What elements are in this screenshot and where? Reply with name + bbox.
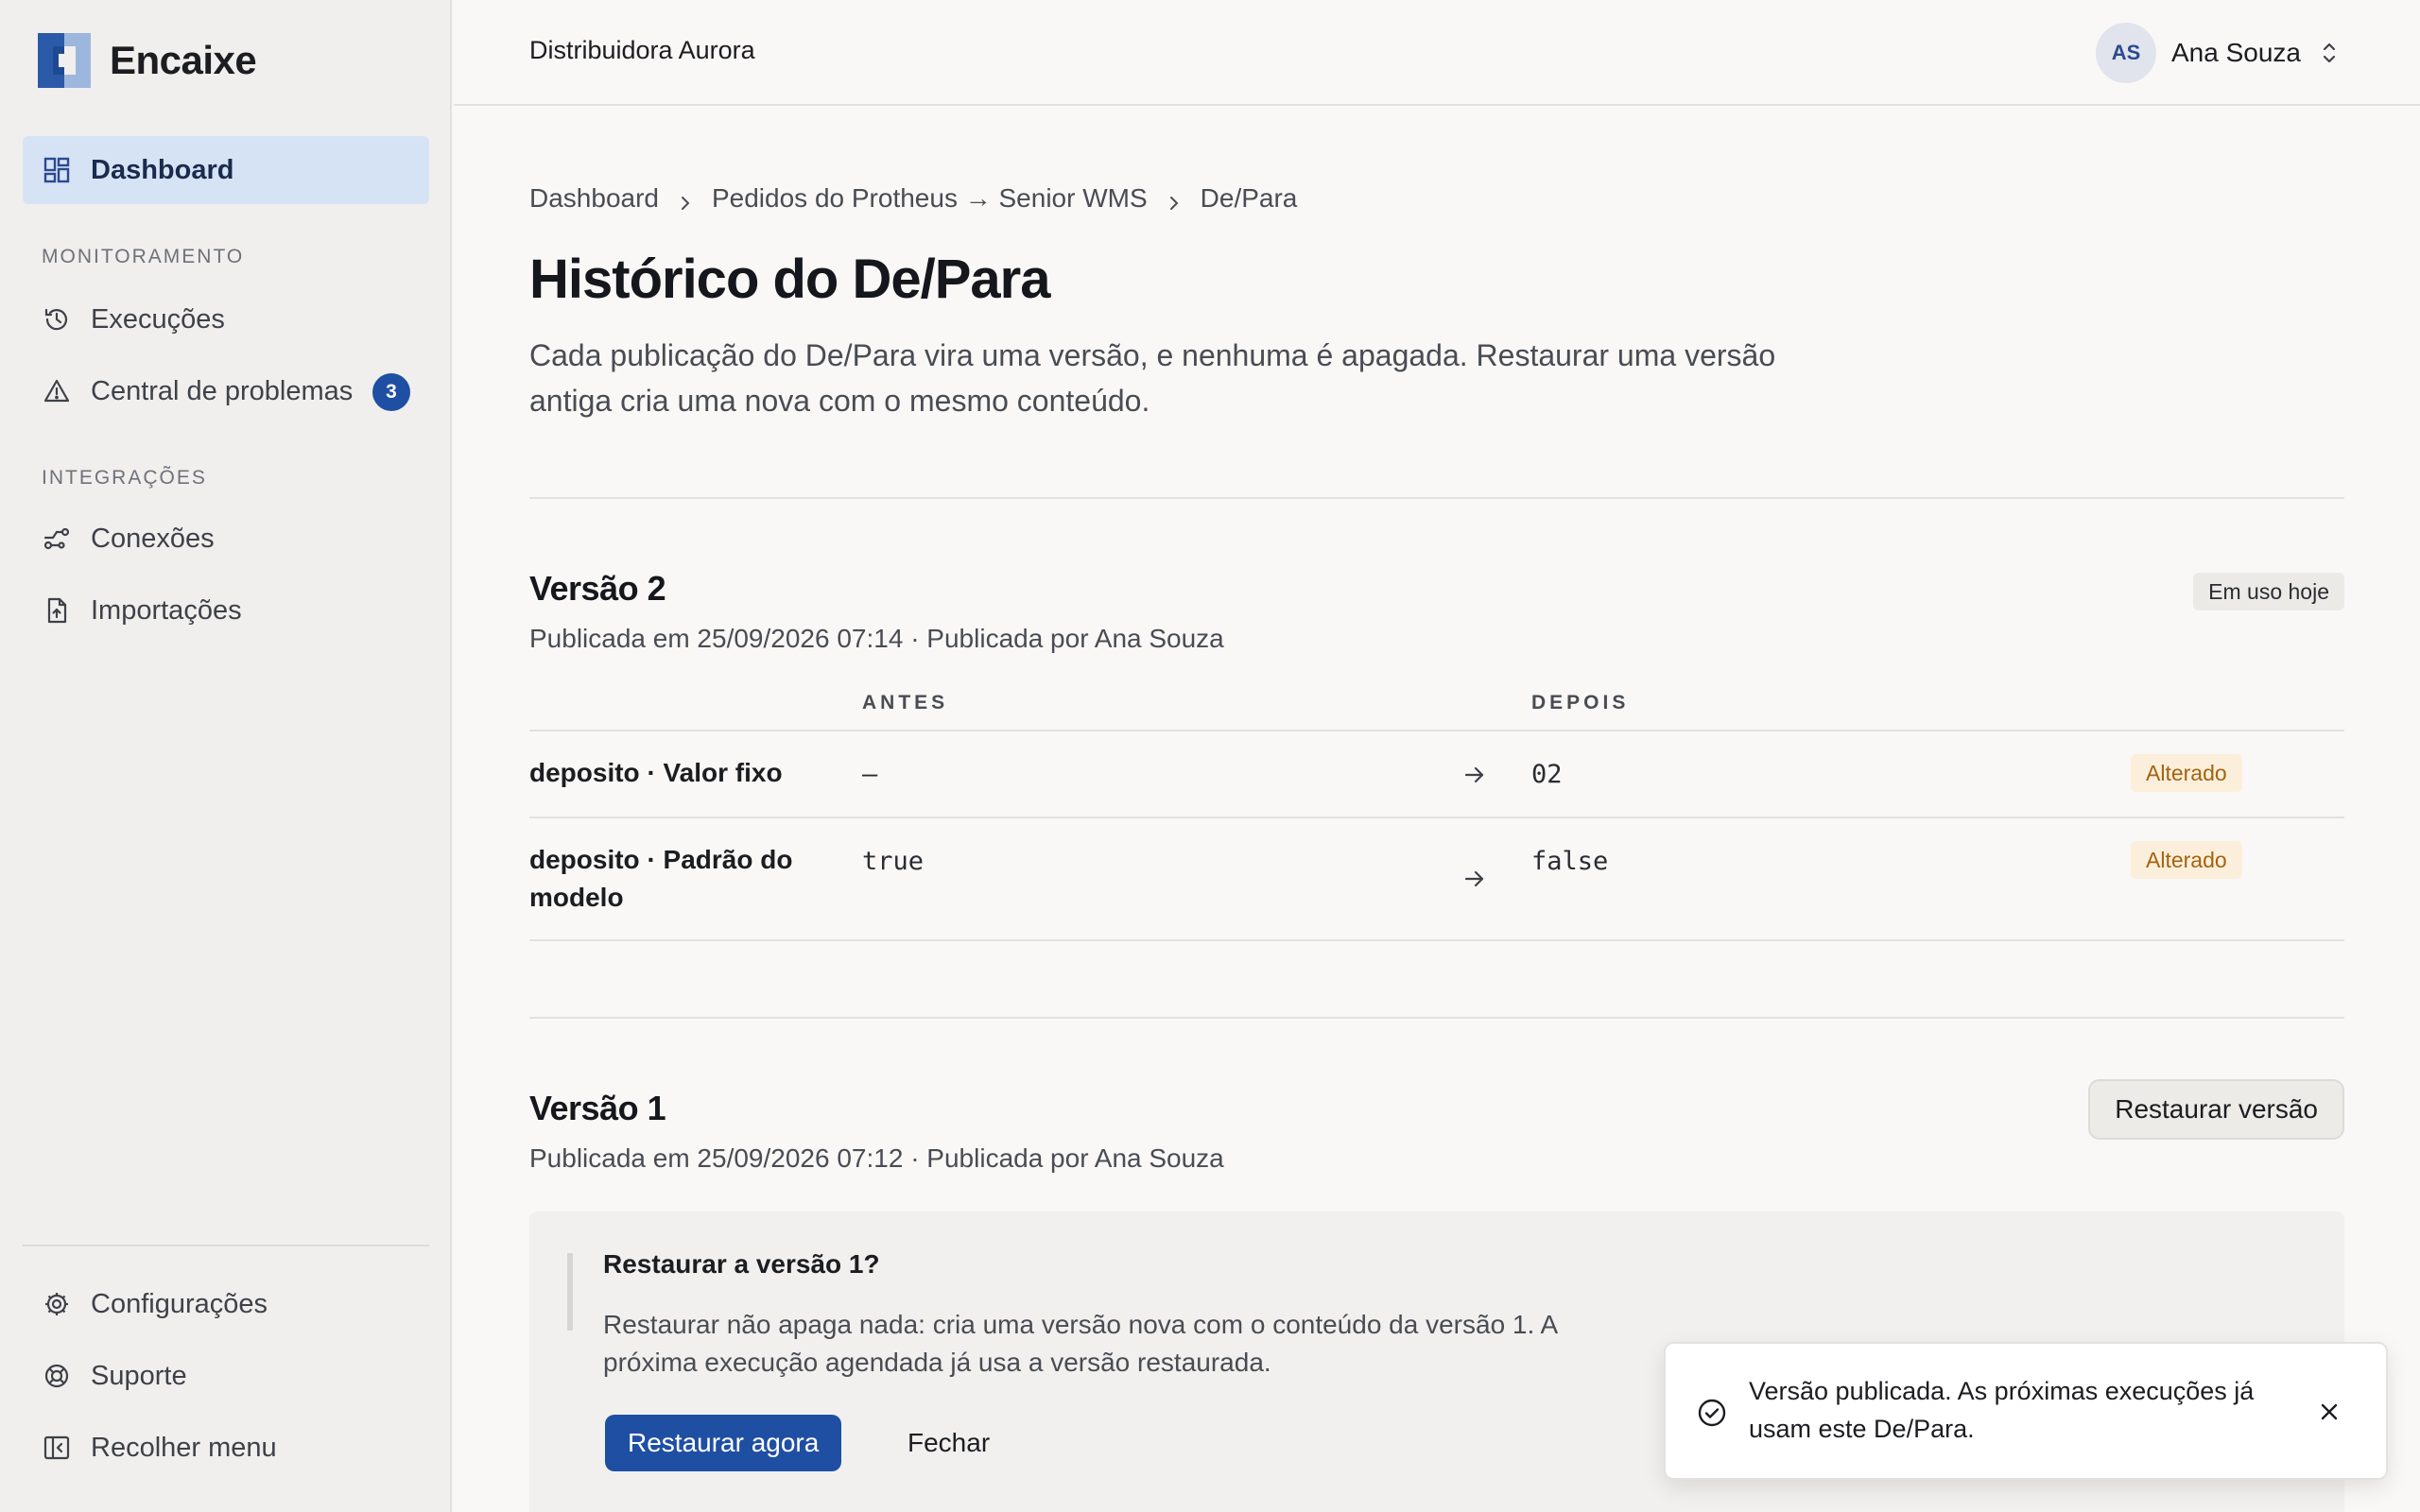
- sidebar-item-connections[interactable]: Conexões: [23, 505, 429, 573]
- connections-icon: [42, 524, 72, 554]
- top-bar: Distribuidora Aurora AS Ana Souza: [454, 0, 2420, 106]
- user-menu[interactable]: AS Ana Souza: [2096, 23, 2341, 83]
- check-circle-icon: [1696, 1397, 1728, 1429]
- sidebar-divider: [23, 1245, 429, 1246]
- brand[interactable]: Encaixe: [38, 32, 257, 89]
- change-before: true: [862, 847, 925, 876]
- version-meta: Publicada em 25/09/2026 07:14 · Publicad…: [529, 624, 1224, 653]
- close-button[interactable]: Fechar: [889, 1415, 1009, 1471]
- sidebar-item-support[interactable]: Suporte: [23, 1342, 429, 1410]
- arrow-right-icon: [1461, 762, 1488, 788]
- sidebar-item-label: Configurações: [91, 1288, 268, 1319]
- column-header-before: ANTES: [862, 692, 949, 713]
- confirm-text: Restaurar não apaga nada: cria uma versã…: [603, 1310, 1557, 1377]
- chevron-right-icon: [676, 189, 695, 210]
- divider: [529, 1017, 2344, 1019]
- section-monitoring: MONITORAMENTO: [42, 246, 245, 267]
- file-upload-icon: [42, 595, 72, 626]
- change-before: —: [862, 760, 878, 789]
- sidebar-item-label: Suporte: [91, 1360, 187, 1391]
- sidebar-item-label: Execuções: [91, 303, 225, 335]
- breadcrumb-item-dashboard[interactable]: Dashboard: [529, 183, 659, 214]
- success-toast: Versão publicada. As próximas execuções …: [1664, 1342, 2388, 1480]
- chevron-right-icon: [1165, 189, 1184, 210]
- toast-message: Versão publicada. As próximas execuções …: [1749, 1377, 2255, 1443]
- in-use-badge: Em uso hoje: [2193, 573, 2344, 610]
- row-divider: [529, 816, 2344, 818]
- changed-badge: Alterado: [2131, 754, 2242, 792]
- restore-now-button[interactable]: Restaurar agora: [605, 1415, 842, 1471]
- change-field: deposito · Valor fixo: [529, 758, 783, 787]
- quote-bar: [567, 1253, 573, 1331]
- breadcrumb-item-integration[interactable]: Pedidos do Protheus → Senior WMS: [712, 183, 1148, 214]
- warning-icon: [42, 376, 72, 406]
- gear-icon: [42, 1289, 72, 1319]
- column-header-after: DEPOIS: [1531, 692, 1630, 713]
- close-icon[interactable]: [2314, 1397, 2344, 1427]
- sidebar-item-collapse[interactable]: Recolher menu: [23, 1414, 429, 1482]
- dashboard-icon: [42, 155, 72, 185]
- change-after: false: [1531, 847, 1609, 876]
- breadcrumb-item-current[interactable]: De/Para: [1201, 183, 1298, 214]
- sidebar-item-problems[interactable]: Central de problemas 3: [23, 357, 429, 425]
- sidebar: Encaixe Dashboard MONITORAMENTO Execuçõe…: [0, 0, 452, 1512]
- sidebar-item-label: Central de problemas: [91, 375, 354, 406]
- version-meta: Publicada em 25/09/2026 07:12 · Publicad…: [529, 1143, 1224, 1173]
- version-title: Versão 1: [529, 1089, 666, 1127]
- app-name: Encaixe: [110, 38, 257, 82]
- row-divider: [529, 939, 2344, 941]
- changed-badge: Alterado: [2131, 841, 2242, 879]
- encaixe-logo-icon: [38, 33, 91, 88]
- collapse-sidebar-icon: [42, 1433, 72, 1463]
- sidebar-item-settings[interactable]: Configurações: [23, 1270, 429, 1338]
- row-divider: [529, 730, 2344, 731]
- page-description: Cada publicação do De/Para vira uma vers…: [529, 338, 1776, 418]
- change-after: 02: [1531, 760, 1563, 789]
- restore-version-button[interactable]: Restaurar versão: [2088, 1079, 2344, 1140]
- arrow-right-icon: [1461, 866, 1488, 892]
- avatar: AS: [2096, 23, 2156, 83]
- sidebar-item-label: Recolher menu: [91, 1432, 277, 1463]
- problems-count-badge: 3: [372, 373, 410, 411]
- confirm-title: Restaurar a versão 1?: [603, 1249, 880, 1279]
- change-field: deposito · Padrão do modelo: [529, 845, 793, 912]
- sidebar-item-label: Dashboard: [91, 154, 234, 185]
- divider: [529, 497, 2344, 499]
- breadcrumb: Dashboard Pedidos do Protheus → Senior W…: [529, 183, 1297, 214]
- organization-name: Distribuidora Aurora: [529, 36, 755, 64]
- section-integrations: INTEGRAÇÕES: [42, 467, 207, 489]
- version-title: Versão 2: [529, 569, 666, 608]
- page-title: Histórico do De/Para: [529, 249, 1050, 310]
- sidebar-item-imports[interactable]: Importações: [23, 576, 429, 644]
- sidebar-item-label: Importações: [91, 594, 242, 626]
- chevron-up-down-icon: [2318, 38, 2341, 68]
- lifebuoy-icon: [42, 1361, 72, 1391]
- sidebar-item-executions[interactable]: Execuções: [23, 285, 429, 353]
- sidebar-item-label: Conexões: [91, 523, 215, 554]
- user-name: Ana Souza: [2171, 38, 2301, 67]
- history-icon: [42, 304, 72, 335]
- sidebar-item-dashboard[interactable]: Dashboard: [23, 136, 429, 204]
